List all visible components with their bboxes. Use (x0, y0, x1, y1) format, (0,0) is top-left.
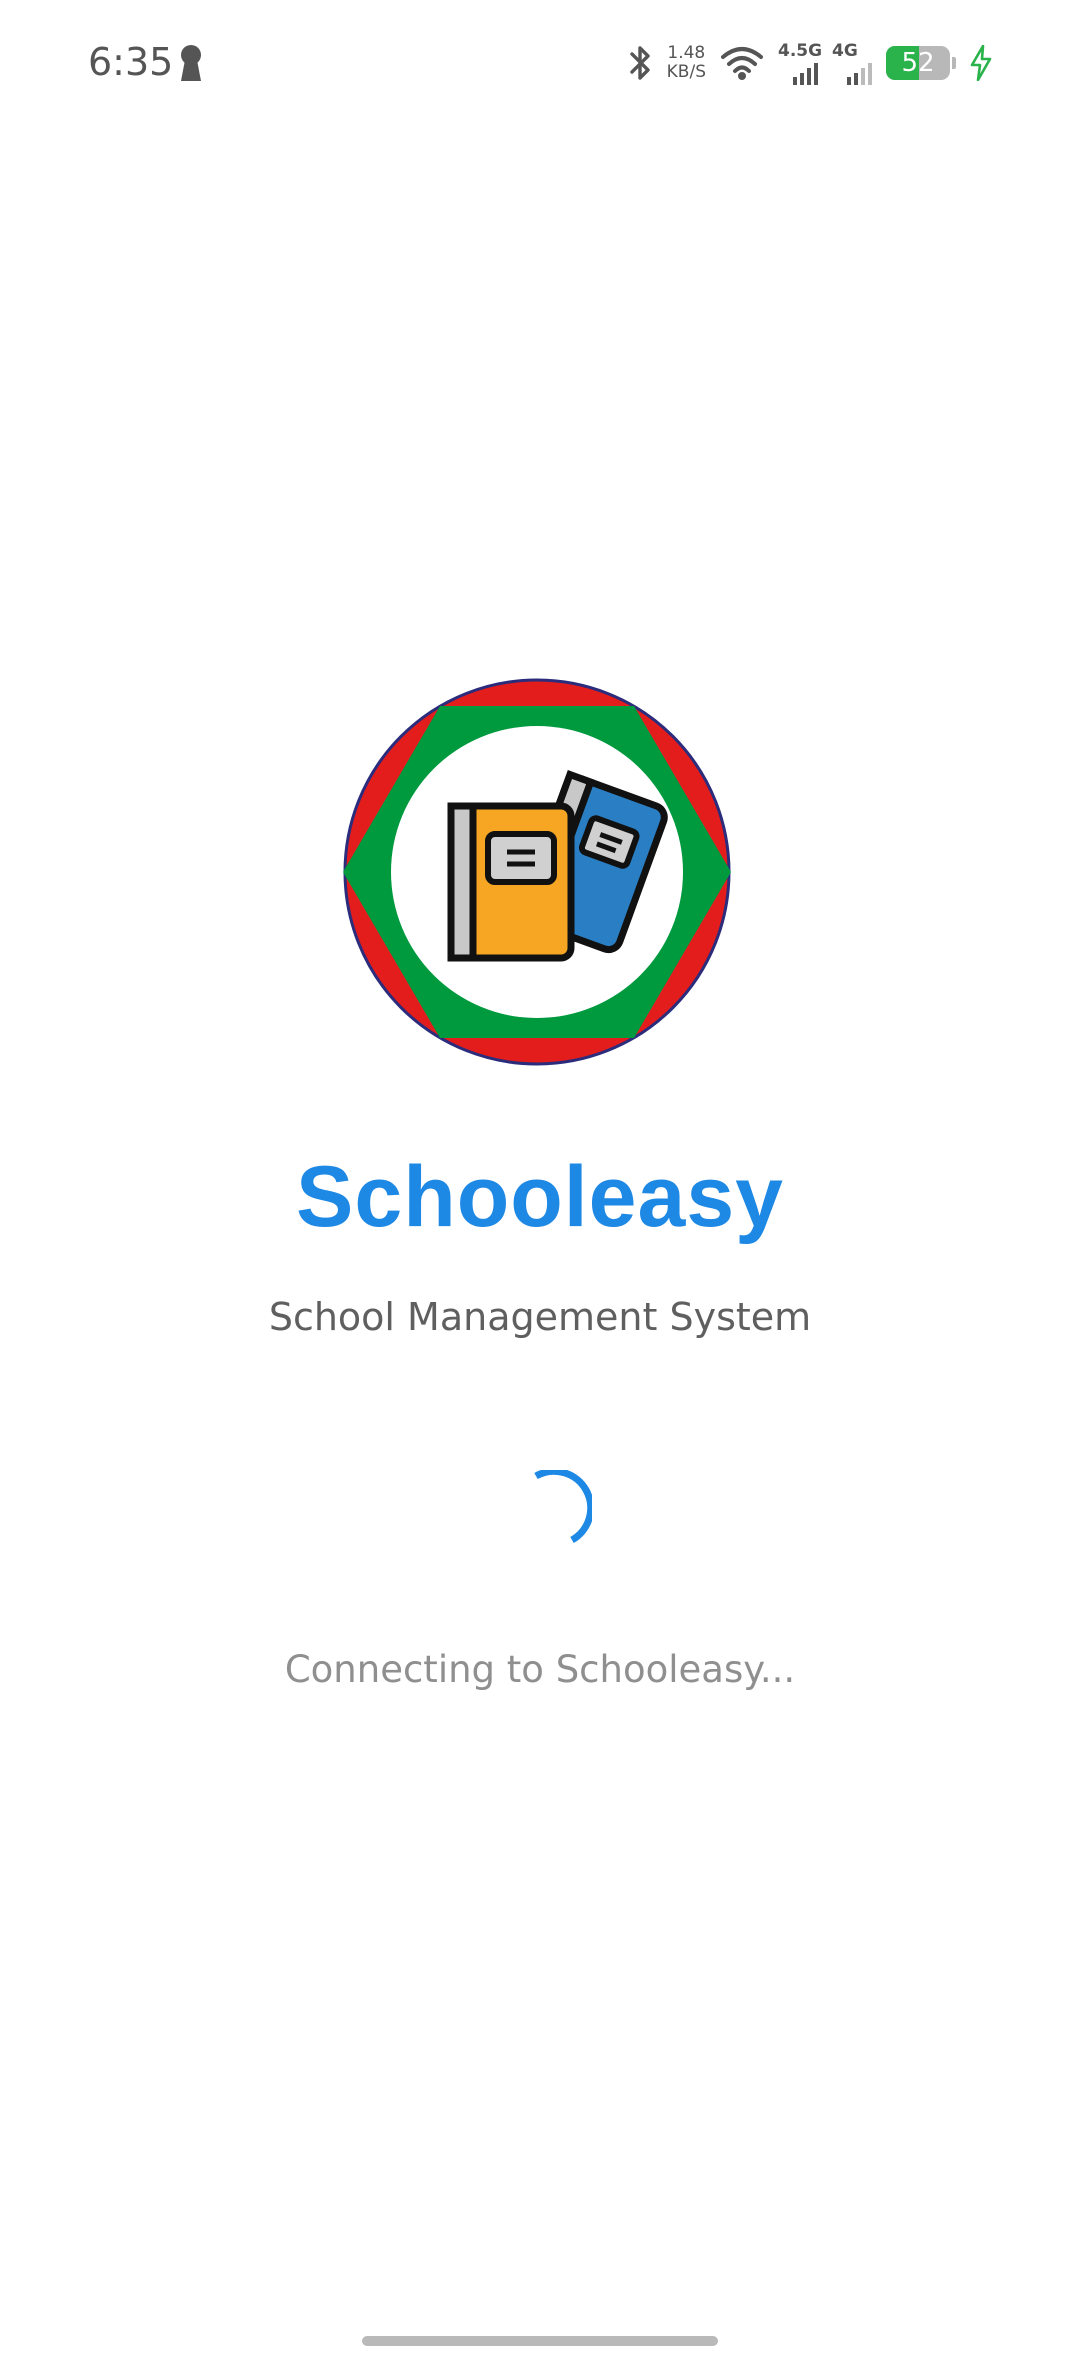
keyhole-icon (181, 45, 201, 81)
network-speed-value: 1.48 (667, 43, 706, 63)
status-bar: 6:35 1.48 KB/S 4.5G 4G 52 (0, 0, 1080, 130)
battery-level: 52 (901, 48, 935, 78)
network-4-5g: 4.5G (778, 41, 822, 85)
loading-spinner-icon (534, 1470, 592, 1544)
signal-icon (793, 63, 818, 85)
app-title: Schooleasy (296, 1149, 784, 1245)
battery-tip (952, 57, 956, 69)
signal-icon (847, 63, 872, 85)
bluetooth-icon (629, 46, 650, 80)
network-speed-unit: KB/S (666, 62, 706, 82)
network-4g-label: 4G (832, 41, 858, 61)
app-subtitle: School Management System (268, 1295, 812, 1339)
network-speed: 1.48 KB/S (667, 44, 706, 82)
home-indicator[interactable] (362, 2336, 718, 2346)
wifi-icon (721, 47, 763, 80)
status-time: 6:35 (88, 40, 174, 84)
books-logo-icon (343, 678, 731, 1066)
splash-screen: 6:35 1.48 KB/S 4.5G 4G 52 Schooleasy Sch… (0, 0, 1080, 2364)
connection-status-text: Connecting to Schooleasy... (284, 1648, 796, 1691)
battery-icon: 52 (886, 46, 950, 80)
network-4-5g-label: 4.5G (778, 41, 823, 61)
charging-bolt-icon (970, 45, 992, 81)
status-icons: 1.48 KB/S 4.5G 4G 52 (627, 38, 992, 88)
network-4g: 4G (832, 41, 872, 85)
